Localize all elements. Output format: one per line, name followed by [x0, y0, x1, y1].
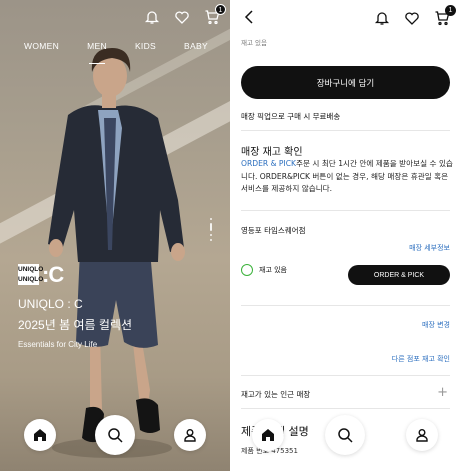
back-button[interactable]: [244, 9, 258, 25]
nearby-stores-row[interactable]: 재고가 있는 인근 매장: [241, 389, 310, 400]
search-icon: [108, 428, 123, 443]
user-icon: [184, 429, 196, 442]
in-stock-icon: [241, 264, 253, 276]
search-icon: [338, 428, 353, 443]
order-pick-highlight: ORDER & PICK: [241, 159, 297, 168]
home-icon: [262, 429, 274, 441]
uniqlo-c-logo: UNI QLO UNI QLO :C: [18, 262, 64, 287]
divider: [241, 210, 450, 211]
tab-kids[interactable]: KIDS: [135, 41, 156, 51]
home-hero-screen: 1 WOMEN MEN KIDS BABY UNI QLO UNI QLO :C U…: [0, 0, 230, 471]
header-actions: 1: [374, 5, 456, 26]
divider: [241, 375, 450, 376]
user-icon: [416, 429, 428, 442]
hero-description: Essentials for City Life: [18, 340, 98, 349]
divider: [241, 408, 450, 409]
divider: [241, 305, 450, 306]
top-bar: 1: [244, 5, 456, 27]
tab-baby[interactable]: BABY: [184, 41, 208, 51]
cart-icon[interactable]: 1: [434, 5, 456, 26]
cart-count-badge: 1: [215, 4, 226, 15]
plus-icon[interactable]: +: [437, 386, 448, 399]
bell-icon[interactable]: [144, 9, 160, 25]
home-button[interactable]: [24, 419, 56, 451]
home-icon: [34, 429, 46, 441]
tab-women[interactable]: WOMEN: [24, 41, 59, 51]
divider: [241, 130, 450, 131]
stock-check-title: 매장 재고 확인: [241, 147, 303, 158]
account-button[interactable]: [174, 419, 206, 451]
store-stock-status: 재고 있음: [241, 264, 287, 276]
hero-title[interactable]: UNIQLO : C: [18, 297, 83, 311]
store-details-link[interactable]: 매장 세부정보: [409, 243, 450, 253]
other-stores-link[interactable]: 다른 점포 재고 확인: [392, 354, 450, 364]
hero-model-image: [48, 48, 185, 458]
account-button[interactable]: [406, 419, 438, 451]
product-store-stock-screen: 1 재고 있음 장바구니에 담기 매장 픽업으로 구매 시 무료배송 매장 재고…: [230, 0, 460, 471]
order-pick-button[interactable]: ORDER & PICK: [348, 265, 450, 285]
search-button[interactable]: [95, 415, 135, 455]
category-tabs: WOMEN MEN KIDS BABY: [0, 41, 230, 64]
store-name: 영등포 타임스퀘어점: [241, 226, 306, 235]
search-button[interactable]: [325, 415, 365, 455]
chevron-left-icon: [244, 10, 253, 24]
cart-icon[interactable]: 1: [204, 4, 226, 25]
stock-check-description: ORDER & PICK주문 시 최단 1시간 안에 제품을 받아보실 수 있습…: [241, 159, 453, 193]
heart-icon[interactable]: [404, 10, 420, 26]
heart-icon[interactable]: [174, 9, 190, 25]
stock-status-label: 재고 있음: [241, 39, 267, 47]
add-to-cart-button[interactable]: 장바구니에 담기: [241, 66, 450, 99]
cart-count-badge: 1: [445, 5, 456, 16]
carousel-indicator: [210, 218, 212, 241]
tab-men[interactable]: MEN: [87, 41, 107, 64]
header-actions: 1: [144, 4, 226, 25]
change-store-link[interactable]: 매장 변경: [422, 320, 450, 330]
home-button[interactable]: [252, 419, 284, 451]
bell-icon[interactable]: [374, 10, 390, 26]
free-shipping-note: 매장 픽업으로 구매 시 무료배송: [241, 112, 341, 121]
hero-subtitle[interactable]: 2025년 봄 여름 컬렉션: [18, 316, 132, 333]
